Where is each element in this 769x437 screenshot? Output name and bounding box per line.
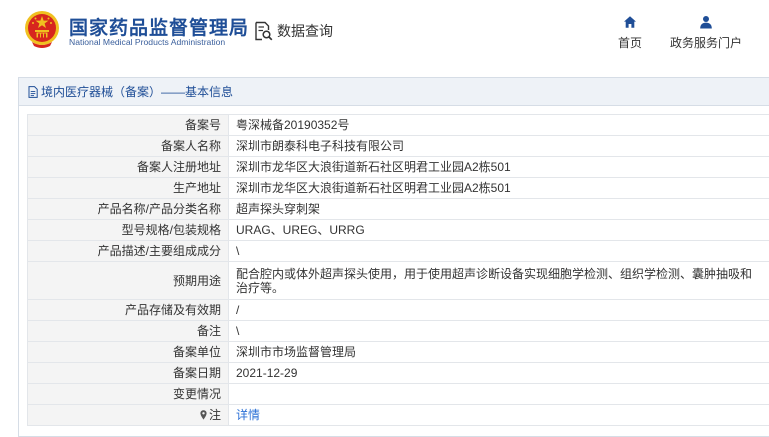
- field-value: 配合腔内或体外超声探头使用，用于使用超声诊断设备实现细胞学检测、组织学检测、囊肿…: [228, 261, 769, 300]
- table-row: 型号规格/包装规格 URAG、UREG、URRG: [27, 219, 769, 241]
- data-query-link[interactable]: 数据查询: [253, 20, 333, 42]
- table-row: 生产地址 深圳市龙华区大浪街道新石社区明君工业园A2栋501: [27, 177, 769, 199]
- field-value: 超声探头穿刺架: [228, 198, 769, 220]
- table-row: 备案人名称 深圳市朗泰科电子科技有限公司: [27, 135, 769, 157]
- record-table: 备案号 粤深械备20190352号 备案人名称 深圳市朗泰科电子科技有限公司 备…: [27, 114, 769, 426]
- national-emblem-logo: [25, 11, 59, 48]
- field-label: 备案人名称: [27, 135, 229, 157]
- field-label: 产品名称/产品分类名称: [27, 198, 229, 220]
- field-label: 生产地址: [27, 177, 229, 199]
- field-value: 深圳市市场监督管理局: [228, 341, 769, 363]
- field-label: 备注: [27, 320, 229, 342]
- field-label: 注: [208, 408, 221, 422]
- field-value: 粤深械备20190352号: [228, 114, 769, 136]
- table-row: 注 详情: [27, 404, 769, 426]
- field-value: \: [228, 320, 769, 342]
- table-row: 备案日期 2021-12-29: [27, 362, 769, 384]
- table-row: 备注 \: [27, 320, 769, 342]
- table-row: 产品名称/产品分类名称 超声探头穿刺架: [27, 198, 769, 220]
- table-row: 备案号 粤深械备20190352号: [27, 114, 769, 136]
- person-icon: [700, 16, 712, 29]
- detail-link[interactable]: 详情: [236, 408, 260, 422]
- nav-home-label: 首页: [617, 36, 642, 50]
- field-label: 产品描述/主要组成成分: [27, 240, 229, 262]
- table-row: 备案单位 深圳市市场监督管理局: [27, 341, 769, 363]
- note-label-cell: 注: [27, 404, 229, 426]
- nav-service-portal[interactable]: 政务服务门户: [668, 15, 744, 51]
- field-value: [228, 383, 769, 405]
- pin-icon: [200, 410, 207, 420]
- field-value: 2021-12-29: [228, 362, 769, 384]
- field-label: 备案人注册地址: [27, 156, 229, 178]
- field-label: 备案日期: [27, 362, 229, 384]
- field-label: 变更情况: [27, 383, 229, 405]
- data-query-label: 数据查询: [277, 23, 333, 39]
- panel-header: 境内医疗器械（备案）——基本信息: [19, 78, 769, 106]
- field-value: 深圳市龙华区大浪街道新石社区明君工业园A2栋501: [228, 177, 769, 199]
- table-row: 变更情况: [27, 383, 769, 405]
- nav-home[interactable]: 首页: [613, 15, 647, 51]
- table-row: 备案人注册地址 深圳市龙华区大浪街道新石社区明君工业园A2栋501: [27, 156, 769, 178]
- brand-name-en: National Medical Products Administration: [69, 37, 226, 47]
- field-label: 产品存储及有效期: [27, 299, 229, 321]
- field-label: 备案单位: [27, 341, 229, 363]
- field-value: 深圳市龙华区大浪街道新石社区明君工业园A2栋501: [228, 156, 769, 178]
- field-value: 深圳市朗泰科电子科技有限公司: [228, 135, 769, 157]
- home-icon: [624, 16, 636, 28]
- table-row: 产品存储及有效期 /: [27, 299, 769, 321]
- document-icon: [28, 85, 38, 98]
- field-value: \: [228, 240, 769, 262]
- nav-service-label: 政务服务门户: [669, 36, 742, 50]
- field-label: 预期用途: [27, 261, 229, 300]
- table-row: 预期用途 配合腔内或体外超声探头使用，用于使用超声诊断设备实现细胞学检测、组织学…: [27, 261, 769, 300]
- brand-name-cn: 国家药品监督管理局: [69, 18, 250, 39]
- field-value: /: [228, 299, 769, 321]
- record-panel: 境内医疗器械（备案）——基本信息 备案号 粤深械备20190352号 备案人名称…: [18, 77, 769, 437]
- site-header: 国家药品监督管理局 National Medical Products Admi…: [0, 0, 769, 64]
- field-label: 备案号: [27, 114, 229, 136]
- document-search-icon: [255, 21, 273, 41]
- field-label: 型号规格/包装规格: [27, 219, 229, 241]
- field-value: URAG、UREG、URRG: [228, 219, 769, 241]
- panel-title: 境内医疗器械（备案）——基本信息: [41, 85, 234, 99]
- field-value-cell: 详情: [228, 404, 769, 426]
- table-row: 产品描述/主要组成成分 \: [27, 240, 769, 262]
